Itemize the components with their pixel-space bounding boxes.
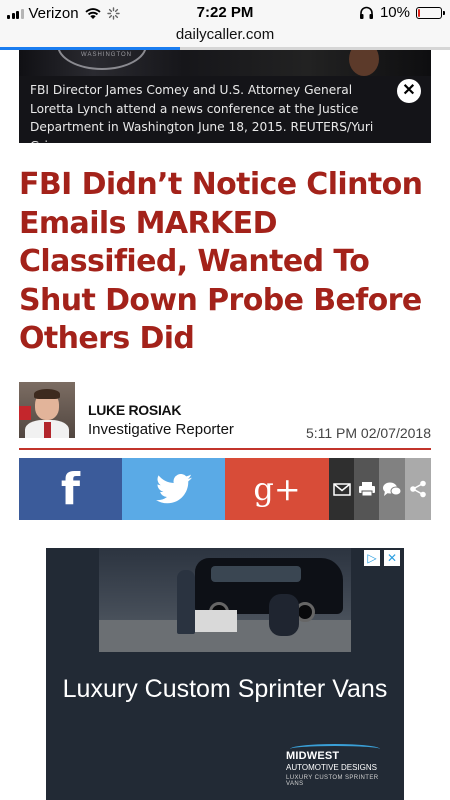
close-icon[interactable]: ✕ xyxy=(397,79,421,103)
close-icon[interactable]: ✕ xyxy=(384,550,400,566)
ad-person xyxy=(177,570,195,634)
twitter-icon xyxy=(155,474,192,504)
byline: LUKE ROSIAK Investigative Reporter 5:11 … xyxy=(19,382,431,448)
status-bar: Verizon 7:22 PM 10% xyxy=(0,0,450,26)
byline-divider xyxy=(19,448,431,450)
battery-percent: 10% xyxy=(379,4,410,21)
status-right: 10% xyxy=(359,4,445,21)
google-plus-icon: g+ xyxy=(253,470,301,508)
headphones-icon xyxy=(359,6,373,19)
comments-icon xyxy=(383,482,402,496)
mail-icon xyxy=(332,482,351,496)
seal-lettering: WASHINGTON xyxy=(81,52,133,58)
share-bar: f g+ xyxy=(19,458,431,520)
ad-logo-swoosh xyxy=(290,744,380,754)
photo-person xyxy=(349,50,379,76)
facebook-icon: f xyxy=(60,463,81,515)
ad-logo[interactable]: MIDWEST AUTOMOTIVE DESIGNS LUXURY CUSTOM… xyxy=(286,744,396,787)
ad-headline[interactable]: Luxury Custom Sprinter Vans xyxy=(46,672,404,706)
share-print-button[interactable] xyxy=(354,458,379,520)
battery-icon xyxy=(416,6,445,19)
ad-choices[interactable]: ▷ ✕ xyxy=(364,550,400,566)
author-name[interactable]: LUKE ROSIAK xyxy=(88,402,181,418)
share-email-button[interactable] xyxy=(329,458,354,520)
url-bar[interactable]: dailycaller.com xyxy=(0,26,450,50)
battery-level xyxy=(418,8,420,17)
share-twitter-button[interactable] xyxy=(122,458,225,520)
photo-caption: FBI Director James Comey and U.S. Attorn… xyxy=(30,83,374,143)
url-text[interactable]: dailycaller.com xyxy=(176,26,274,43)
article-headline: FBI Didn’t Notice Clinton Emails MARKED … xyxy=(19,167,423,356)
share-icon xyxy=(410,480,426,498)
share-google-plus-button[interactable]: g+ xyxy=(225,458,329,520)
ad-person-seated xyxy=(269,594,299,636)
hero-photo: WASHINGTON xyxy=(19,50,431,76)
share-comments-button[interactable] xyxy=(379,458,405,520)
advertisement[interactable]: ▷ ✕ Luxury Custom Sprinter Vans MIDWEST … xyxy=(46,548,404,800)
hero-image: WASHINGTON FBI Director James Comey and … xyxy=(19,50,431,143)
ad-photo[interactable] xyxy=(99,548,351,652)
author-role: Investigative Reporter xyxy=(88,421,234,438)
publish-timestamp: 5:11 PM 02/07/2018 xyxy=(305,425,431,441)
print-icon xyxy=(358,482,375,497)
adchoices-icon[interactable]: ▷ xyxy=(364,550,380,566)
share-more-button[interactable] xyxy=(405,458,431,520)
share-facebook-button[interactable]: f xyxy=(19,458,122,520)
author-avatar[interactable] xyxy=(19,382,75,438)
